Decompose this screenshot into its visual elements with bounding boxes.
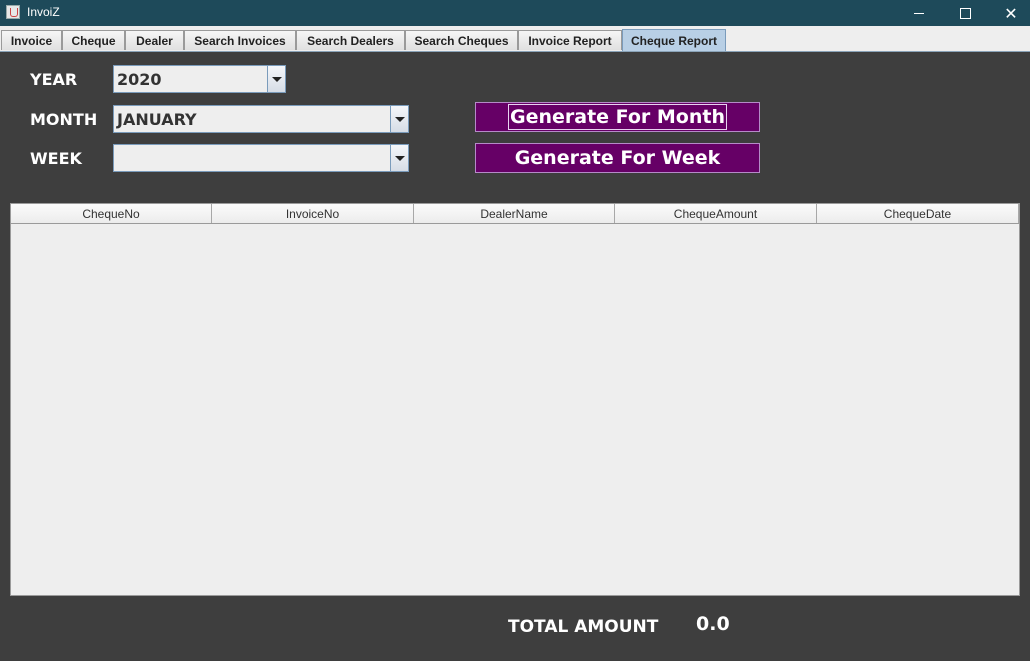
week-dropdown-button[interactable] bbox=[390, 145, 408, 171]
close-icon: ✕ bbox=[1004, 3, 1018, 23]
maximize-icon bbox=[959, 7, 971, 19]
generate-for-week-label: Generate For Week bbox=[514, 147, 721, 169]
java-app-icon bbox=[6, 5, 20, 19]
tab-strip: Invoice Cheque Dealer Search Invoices Se… bbox=[0, 26, 1030, 52]
column-header-invoiceno[interactable]: InvoiceNo bbox=[212, 204, 414, 223]
chevron-down-icon bbox=[394, 155, 405, 161]
chevron-down-icon bbox=[394, 116, 405, 122]
window-title: InvoiZ bbox=[27, 5, 60, 19]
year-select[interactable]: 2020 bbox=[113, 65, 286, 93]
table-header: ChequeNo InvoiceNo DealerName ChequeAmou… bbox=[11, 204, 1019, 224]
cheque-report-panel: YEAR 2020 MONTH JANUARY WEEK Generate Fo… bbox=[0, 52, 1030, 661]
tab-search-cheques[interactable]: Search Cheques bbox=[405, 30, 518, 50]
generate-for-month-button[interactable]: Generate For Month bbox=[475, 102, 760, 132]
chevron-down-icon bbox=[271, 76, 282, 82]
column-header-chequedate[interactable]: ChequeDate bbox=[817, 204, 1019, 223]
week-select[interactable] bbox=[113, 144, 409, 172]
year-dropdown-button[interactable] bbox=[267, 66, 285, 92]
generate-for-week-button[interactable]: Generate For Week bbox=[475, 143, 760, 173]
minimize-button[interactable] bbox=[896, 0, 942, 26]
tab-invoice[interactable]: Invoice bbox=[1, 30, 62, 50]
tab-invoice-report[interactable]: Invoice Report bbox=[518, 30, 622, 50]
tab-search-invoices[interactable]: Search Invoices bbox=[184, 30, 296, 50]
total-amount-value: 0.0 bbox=[696, 613, 730, 635]
total-amount-label: TOTAL AMOUNT bbox=[508, 617, 659, 637]
month-value: JANUARY bbox=[117, 110, 197, 129]
tab-cheque-report[interactable]: Cheque Report bbox=[622, 29, 726, 51]
column-header-chequeamount[interactable]: ChequeAmount bbox=[615, 204, 817, 223]
month-label: MONTH bbox=[30, 110, 98, 129]
year-label: YEAR bbox=[30, 70, 78, 89]
cheque-table[interactable]: ChequeNo InvoiceNo DealerName ChequeAmou… bbox=[10, 203, 1020, 596]
tab-cheque[interactable]: Cheque bbox=[62, 30, 125, 50]
column-header-dealername[interactable]: DealerName bbox=[414, 204, 615, 223]
generate-for-month-label: Generate For Month bbox=[507, 104, 727, 130]
maximize-button[interactable] bbox=[942, 0, 988, 26]
tab-search-dealers[interactable]: Search Dealers bbox=[296, 30, 405, 50]
close-button[interactable]: ✕ bbox=[988, 0, 1030, 26]
column-header-chequeno[interactable]: ChequeNo bbox=[11, 204, 212, 223]
week-label: WEEK bbox=[30, 149, 82, 168]
month-dropdown-button[interactable] bbox=[390, 106, 408, 132]
minimize-icon bbox=[914, 12, 924, 14]
month-select[interactable]: JANUARY bbox=[113, 105, 409, 133]
tab-dealer[interactable]: Dealer bbox=[125, 30, 184, 50]
year-value: 2020 bbox=[117, 70, 162, 89]
title-bar: InvoiZ ✕ bbox=[0, 0, 1030, 26]
